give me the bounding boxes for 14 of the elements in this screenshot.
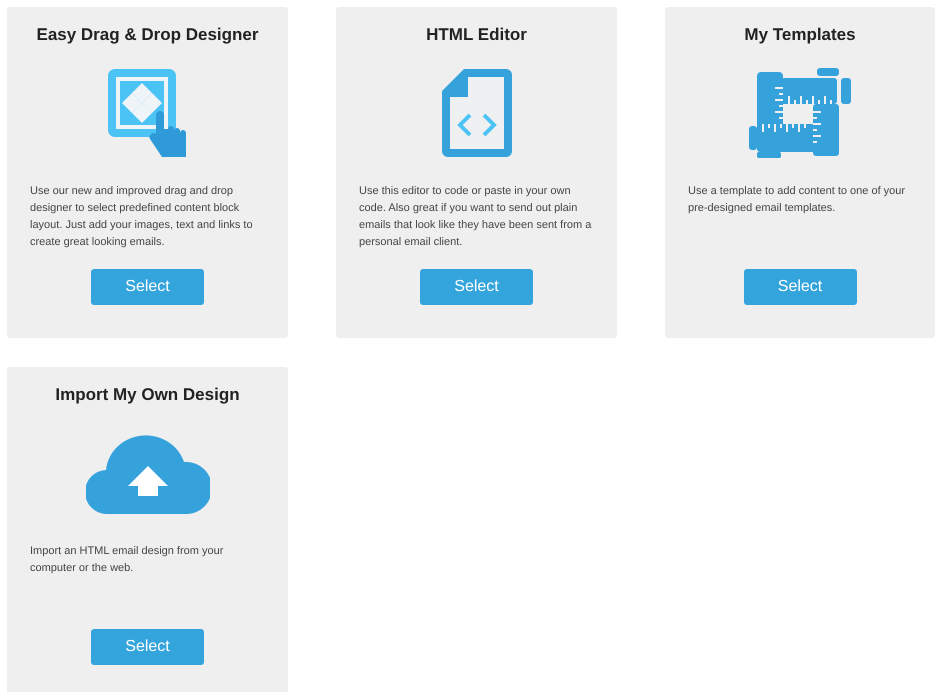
card-description: Use our new and improved drag and drop designer to select predefined content block layout. Just add your images, text and links to create great looking emails. bbox=[30, 184, 254, 250]
document-code-icon bbox=[440, 67, 514, 159]
rulers-icon bbox=[749, 68, 851, 158]
card-description: Use a template to add content to one of your pre-designed email templates. bbox=[688, 184, 906, 216]
select-button[interactable]: Select bbox=[744, 269, 856, 305]
card-title: Easy Drag & Drop Designer bbox=[36, 25, 258, 45]
card-title: HTML Editor bbox=[426, 25, 527, 45]
card-description: Use this editor to code or paste in your own code. Also great if you want to send out plain emails that look like they have been sent from a personal email client. bbox=[359, 184, 592, 250]
select-button[interactable]: Select bbox=[91, 629, 204, 665]
card-description: Import an HTML email design from your computer or the web. bbox=[30, 544, 224, 576]
select-button[interactable]: Select bbox=[420, 269, 533, 305]
card-title: Import My Own Design bbox=[55, 385, 240, 405]
select-button[interactable]: Select bbox=[91, 269, 204, 305]
card-title: My Templates bbox=[744, 25, 856, 45]
